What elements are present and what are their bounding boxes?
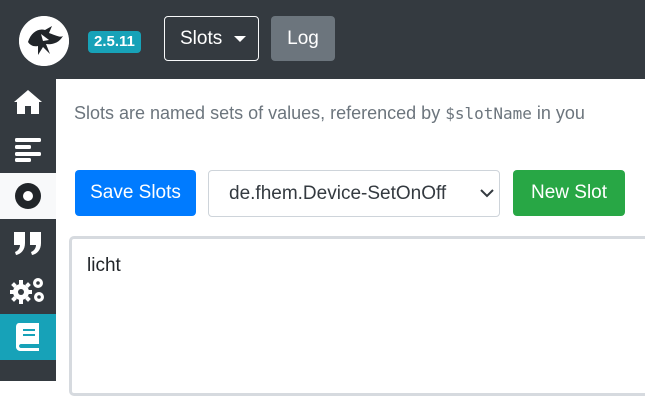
caret-down-icon [234, 36, 246, 42]
editor-text: licht [87, 255, 121, 276]
sidebar-item-slots[interactable] [0, 173, 56, 219]
intro-text-start: Slots are named sets of values, referenc… [74, 103, 446, 123]
align-left-icon [15, 138, 41, 162]
book-icon [16, 323, 39, 351]
sidebar-item-sentences[interactable] [0, 127, 56, 173]
version-badge: 2.5.11 [88, 31, 141, 53]
sidebar-item-settings[interactable] [0, 267, 56, 313]
rhasspy-bird-icon [19, 16, 69, 66]
sidebar-item-home[interactable] [0, 79, 56, 125]
intro-text-end: in you [531, 103, 585, 123]
chevron-down-icon [480, 189, 494, 198]
dot-circle-icon [15, 183, 41, 209]
sidebar [0, 79, 56, 381]
log-button[interactable]: Log [271, 16, 335, 61]
save-slots-button[interactable]: Save Slots [75, 170, 196, 216]
app-logo[interactable] [19, 16, 69, 66]
slot-values-editor[interactable]: licht [69, 236, 645, 396]
selected-slot-value: de.fhem.Device-SetOnOff [229, 183, 447, 204]
slot-name-code: $slotName [445, 104, 532, 123]
sidebar-item-words[interactable] [0, 220, 56, 266]
slots-label: Slots [180, 28, 223, 49]
top-navbar: 2.5.11 Slots Log [0, 0, 645, 79]
slots-dropdown-button[interactable]: Slots [164, 16, 259, 61]
quote-icon [14, 232, 41, 255]
new-slot-button[interactable]: New Slot [513, 170, 625, 216]
slots-description: Slots are named sets of values, referenc… [74, 103, 645, 124]
slot-select[interactable]: de.fhem.Device-SetOnOff [208, 170, 500, 217]
home-icon [14, 90, 42, 114]
cogs-icon [10, 278, 44, 304]
sidebar-item-documentation[interactable] [0, 314, 56, 360]
